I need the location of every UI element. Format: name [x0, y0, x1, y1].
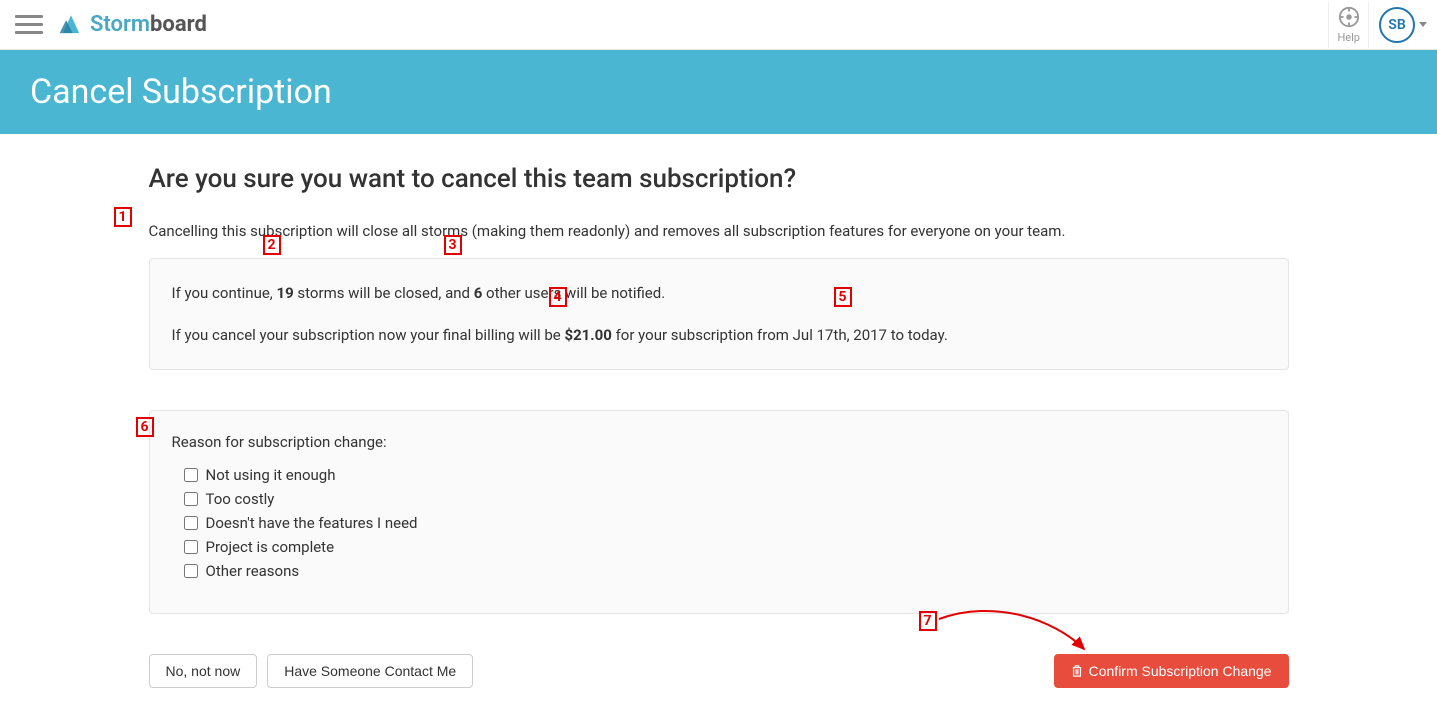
info-line-1: If you continue, 19 storms will be close… — [172, 281, 1266, 305]
cancel-warning: Cancelling this subscription will close … — [149, 222, 1289, 240]
logo[interactable]: Stormboard — [58, 12, 207, 38]
reason-checkbox-costly[interactable] — [184, 492, 198, 506]
reason-label: Project is complete — [206, 538, 335, 556]
reason-item: Too costly — [184, 487, 1266, 511]
from-date: Jul 17th, 2017 — [793, 326, 887, 344]
stormboard-logo-icon — [58, 12, 84, 38]
help-icon — [1338, 6, 1360, 31]
logo-text: Stormboard — [90, 12, 207, 37]
info-box: If you continue, 19 storms will be close… — [149, 258, 1289, 370]
reason-heading: Reason for subscription change: — [172, 433, 1266, 451]
confirm-button-label: Confirm Subscription Change — [1089, 663, 1272, 679]
info-line-2: If you cancel your subscription now your… — [172, 323, 1266, 347]
reason-label: Too costly — [206, 490, 275, 508]
final-amount: $21.00 — [564, 326, 611, 344]
reason-checkbox-other[interactable] — [184, 564, 198, 578]
page-banner: Cancel Subscription — [0, 50, 1437, 134]
no-not-now-button[interactable]: No, not now — [149, 654, 258, 688]
annotation-marker-7: 7 — [919, 611, 937, 631]
reason-item: Project is complete — [184, 535, 1266, 559]
reason-label: Doesn't have the features I need — [206, 514, 418, 532]
reason-checkbox-features[interactable] — [184, 516, 198, 530]
topbar: Stormboard Help SB — [0, 0, 1437, 50]
annotation-marker-1: 1 — [114, 207, 132, 227]
help-label: Help — [1337, 31, 1360, 44]
reason-item: Doesn't have the features I need — [184, 511, 1266, 535]
reason-label: Other reasons — [206, 562, 300, 580]
avatar: SB — [1379, 7, 1415, 43]
storms-count: 19 — [276, 284, 293, 302]
user-menu[interactable]: SB — [1379, 7, 1427, 43]
reason-item: Other reasons — [184, 559, 1266, 583]
help-button[interactable]: Help — [1328, 2, 1369, 48]
main-content: Are you sure you want to cancel this tea… — [134, 134, 1304, 728]
reason-box: Reason for subscription change: Not usin… — [149, 410, 1289, 614]
contact-me-button[interactable]: Have Someone Contact Me — [267, 654, 473, 688]
reason-checkbox-not-using[interactable] — [184, 468, 198, 482]
page-title: Are you sure you want to cancel this tea… — [149, 164, 1289, 194]
reason-label: Not using it enough — [206, 466, 336, 484]
trash-icon — [1071, 664, 1083, 678]
banner-title: Cancel Subscription — [30, 72, 1407, 112]
confirm-subscription-change-button[interactable]: Confirm Subscription Change — [1054, 654, 1289, 688]
chevron-down-icon — [1419, 22, 1427, 27]
reason-checkbox-complete[interactable] — [184, 540, 198, 554]
reason-item: Not using it enough — [184, 463, 1266, 487]
reason-list: Not using it enough Too costly Doesn't h… — [172, 463, 1266, 583]
button-row: No, not now Have Someone Contact Me Conf… — [149, 654, 1289, 688]
menu-icon[interactable] — [15, 11, 43, 39]
